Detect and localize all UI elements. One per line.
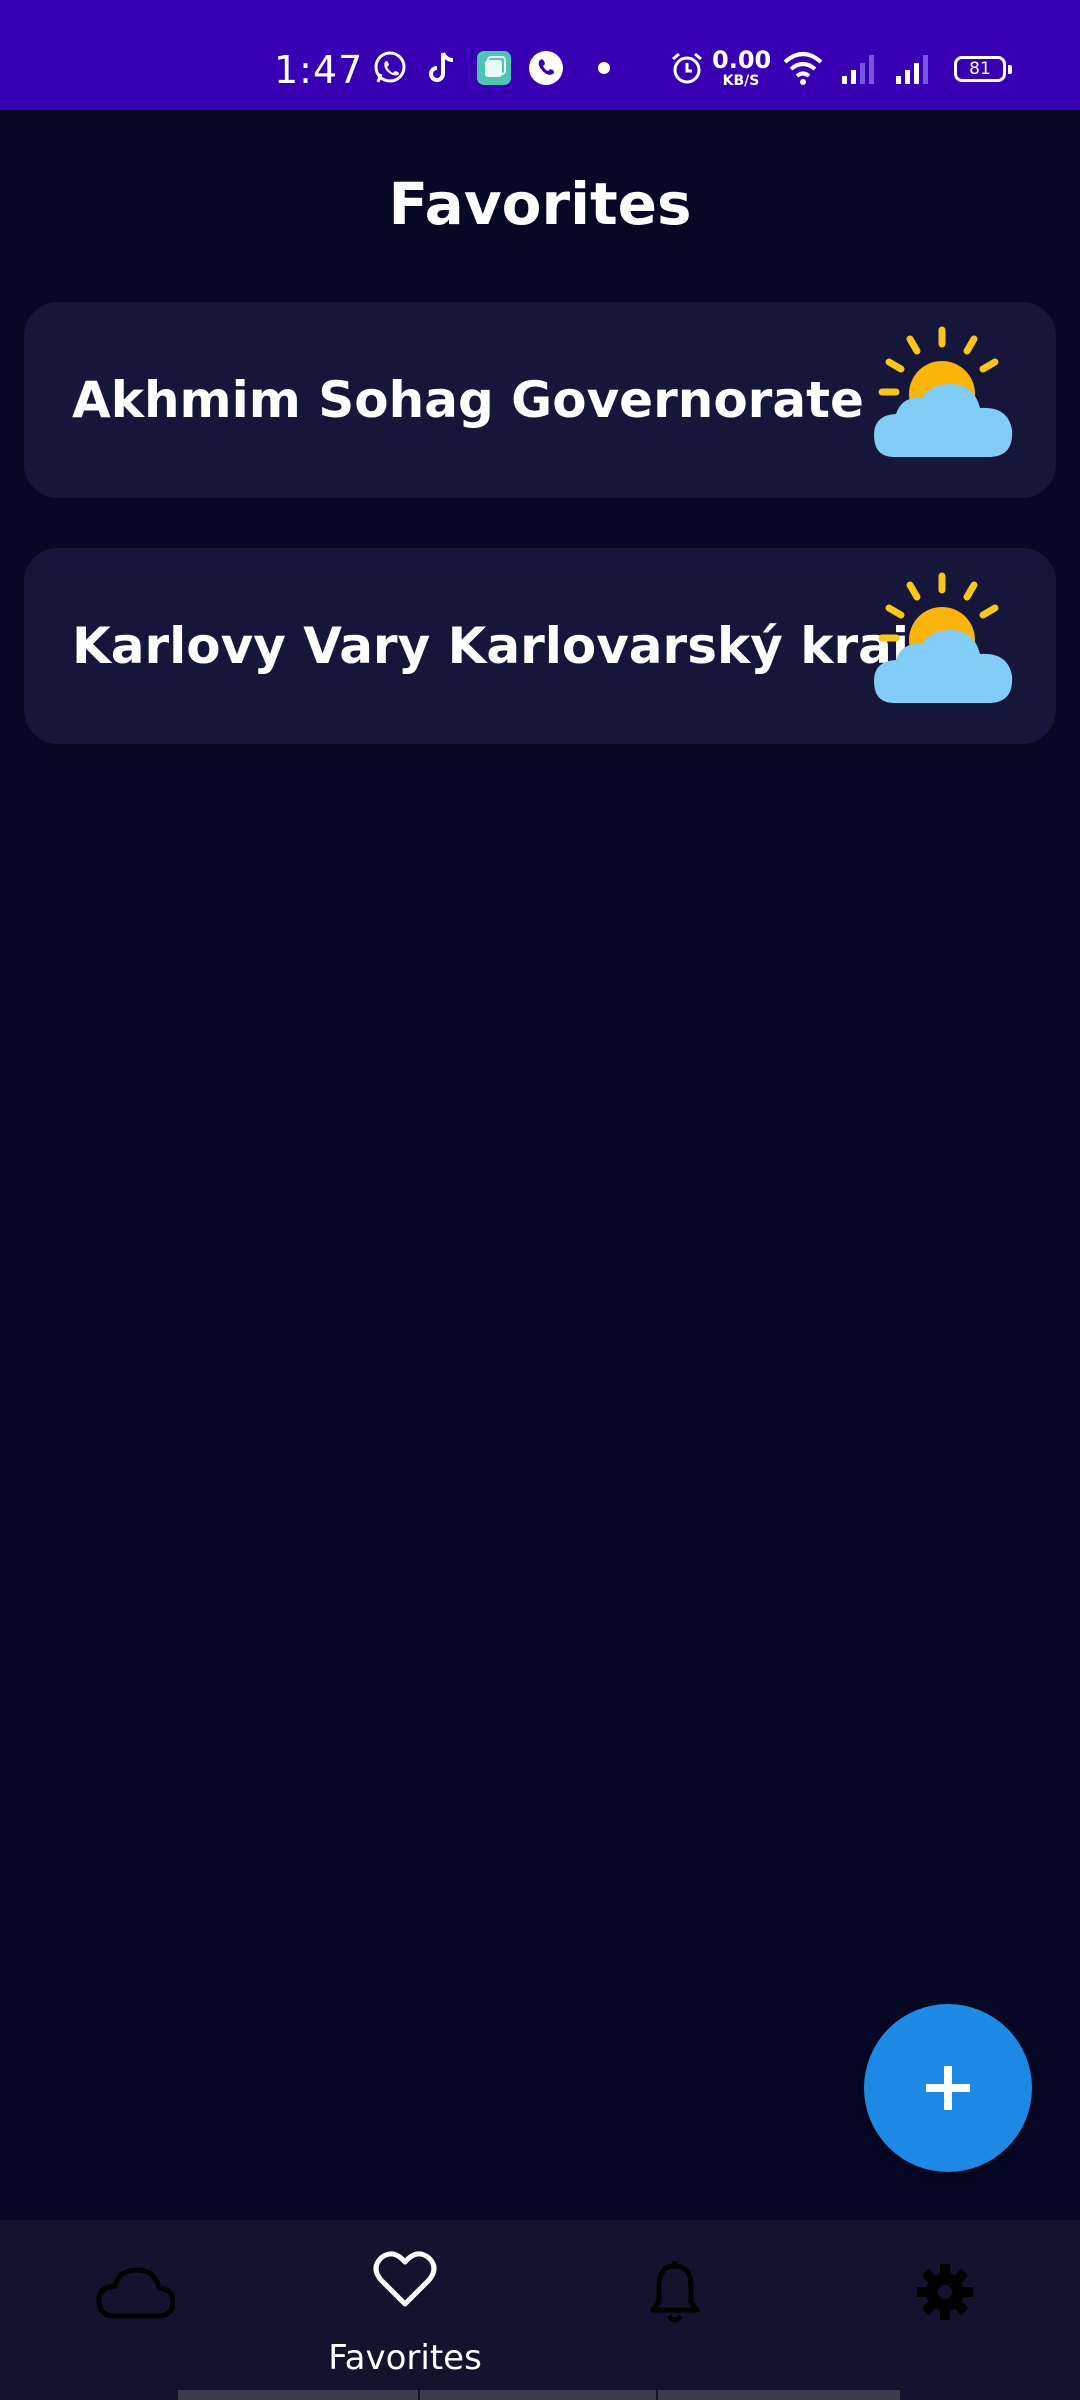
gesture-bar-segment (658, 2390, 900, 2400)
favorite-card[interactable]: Akhmim Sohag Governorate (24, 302, 1056, 498)
bell-icon (650, 2261, 700, 2323)
gear-icon (917, 2264, 973, 2320)
status-time: 1:47 (274, 48, 364, 92)
alarm-icon (672, 52, 702, 84)
partly-cloudy-icon (874, 572, 1013, 703)
signal-2-icon (896, 55, 928, 84)
bottom-navigation: Favorites (0, 2220, 1080, 2400)
net-speed: 0.00 KB/S (712, 46, 772, 89)
heart-icon (373, 2251, 437, 2307)
signal-1-icon (842, 55, 874, 84)
plus-icon (926, 2066, 970, 2110)
app-icon (477, 51, 511, 85)
favorite-card[interactable]: Karlovy Vary Karlovarský kraj (24, 548, 1056, 744)
nav-item-alerts[interactable] (540, 2220, 810, 2400)
dot-icon (598, 62, 610, 74)
nav-item-favorites[interactable]: Favorites (270, 2220, 540, 2400)
wifi-icon (783, 52, 823, 85)
cloud-icon (96, 2267, 175, 2319)
net-speed-value: 0.00 (712, 46, 772, 74)
whatsapp-icon (374, 51, 406, 83)
nav-label-favorites: Favorites (328, 2338, 482, 2378)
net-speed-unit: KB/S (722, 73, 760, 89)
add-favorite-button[interactable] (864, 2004, 1032, 2172)
gesture-bar-segment (178, 2390, 418, 2400)
status-bar: 1:47 0.00 KB/S 81 (0, 0, 1080, 110)
favorite-city-name: Karlovy Vary Karlovarský kraj (72, 617, 910, 675)
nav-item-weather[interactable] (0, 2220, 270, 2400)
partly-cloudy-icon (874, 326, 1013, 457)
favorite-city-name: Akhmim Sohag Governorate (72, 371, 864, 429)
page-title: Favorites (388, 170, 692, 238)
gesture-bar-segment (420, 2390, 656, 2400)
phone-call-icon (529, 51, 563, 85)
battery-icon: 81 (954, 56, 1012, 82)
tiktok-icon (429, 52, 454, 82)
nav-item-settings[interactable] (810, 2220, 1080, 2400)
